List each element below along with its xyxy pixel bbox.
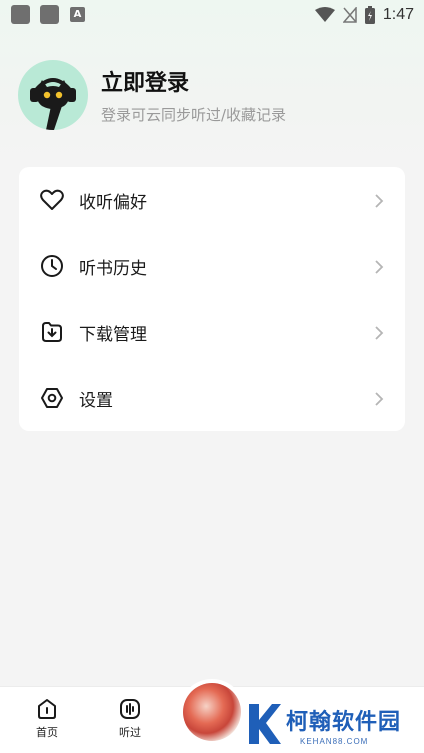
status-bar: A 1:47 <box>0 0 424 30</box>
home-icon <box>38 699 56 719</box>
menu-item-label: 设置 <box>79 390 113 411</box>
chevron-right-icon <box>373 193 385 208</box>
nav-item-home[interactable]: 首页 <box>17 697 77 747</box>
clock-icon <box>39 253 65 279</box>
menu-item-label: 下载管理 <box>79 324 147 345</box>
avatar[interactable] <box>18 60 88 130</box>
album-cover-image <box>183 683 241 741</box>
status-time: 1:47 <box>382 6 414 23</box>
menu-item-downloads[interactable]: 下载管理 <box>19 299 405 365</box>
settings-icon <box>39 385 65 411</box>
notification-icon <box>40 5 59 24</box>
menu-item-label: 收听偏好 <box>79 192 147 213</box>
signal-icon <box>342 7 357 23</box>
menu-card: 收听偏好 听书历史 下载管理 设置 <box>19 167 405 431</box>
menu-item-settings[interactable]: 设置 <box>19 365 405 431</box>
wifi-icon <box>314 7 335 22</box>
heart-icon <box>39 187 65 213</box>
menu-item-history[interactable]: 听书历史 <box>19 233 405 299</box>
chevron-right-icon <box>373 259 385 274</box>
nav-item-listened[interactable]: 听过 <box>100 697 160 747</box>
login-subtitle: 登录可云同步听过/收藏记录 <box>101 106 287 124</box>
nav-label: 首页 <box>36 726 58 739</box>
now-playing-disc[interactable] <box>179 679 245 745</box>
app-badge-icon: A <box>70 7 85 22</box>
notification-icon <box>11 5 30 24</box>
watermark-text: 柯翰软件园 <box>286 710 402 735</box>
menu-item-listening-preferences[interactable]: 收听偏好 <box>19 167 405 233</box>
cat-avatar-icon <box>30 78 76 130</box>
watermark-logo: 柯翰软件园 KEHAN88.COM <box>244 700 424 753</box>
nav-label: 听过 <box>119 726 141 739</box>
listened-icon <box>120 699 140 719</box>
chevron-right-icon <box>373 325 385 340</box>
chevron-right-icon <box>373 391 385 406</box>
watermark-k-icon <box>249 704 281 744</box>
menu-item-label: 听书历史 <box>79 258 147 279</box>
battery-icon <box>364 6 375 24</box>
login-title[interactable]: 立即登录 <box>101 65 189 97</box>
download-icon <box>39 319 65 345</box>
watermark-subtext: KEHAN88.COM <box>300 737 369 746</box>
